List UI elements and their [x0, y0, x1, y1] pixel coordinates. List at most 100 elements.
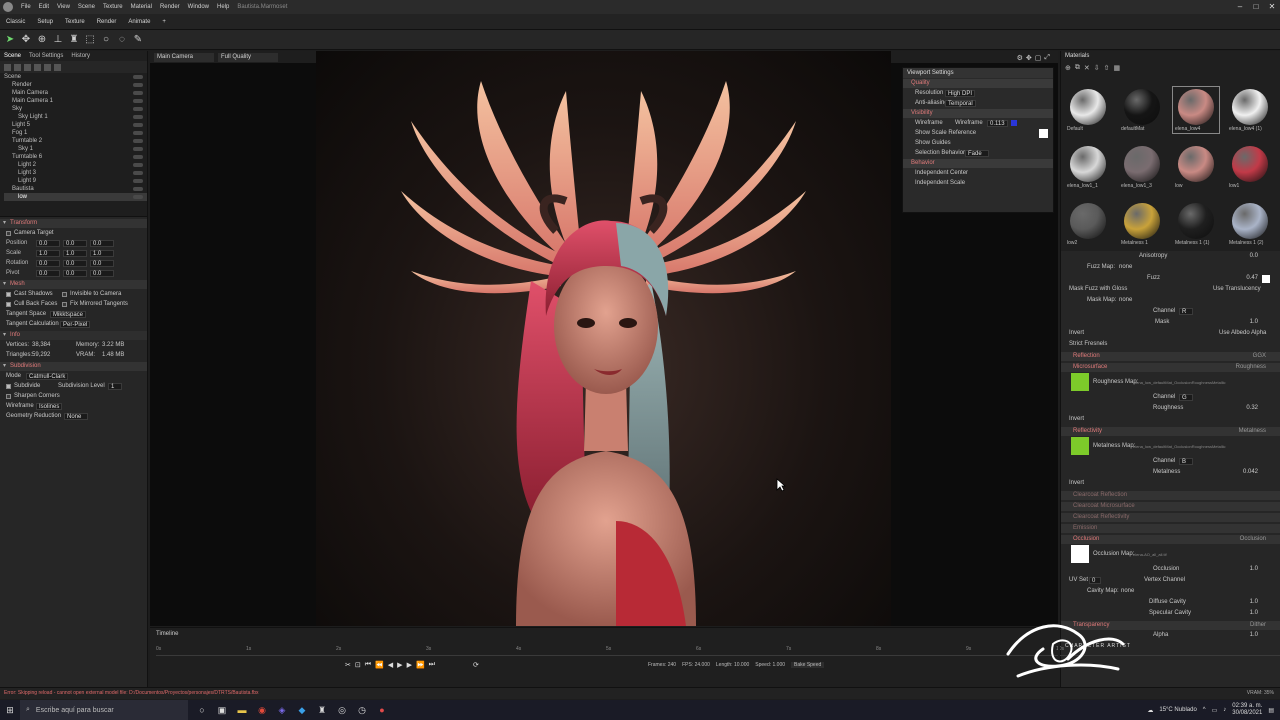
anisotropy-value[interactable]: 0.0 — [1250, 251, 1258, 262]
material-thumbnail[interactable]: low1 — [1227, 144, 1273, 190]
wireframe-color-swatch[interactable] — [1010, 120, 1017, 126]
last-frame-icon[interactable]: ⏭ — [429, 661, 435, 669]
app-icon[interactable]: ◆ — [292, 700, 312, 720]
chrome-icon[interactable]: ◉ — [252, 700, 272, 720]
transform-y-input[interactable]: 0.0 — [63, 259, 87, 267]
stamp-icon[interactable]: ♜ — [67, 33, 81, 47]
microsurface-section[interactable]: Microsurface Roughness — [1061, 363, 1280, 372]
clock-date[interactable]: 30/08/2021 — [1232, 710, 1262, 717]
menu-material[interactable]: Material — [127, 0, 156, 14]
first-frame-icon[interactable]: ⏮ — [365, 661, 371, 669]
material-thumbnail[interactable]: elena_low1_1 — [1065, 144, 1111, 190]
cull-back-checkbox[interactable] — [6, 301, 11, 307]
mask-value[interactable]: 1.0 — [1250, 317, 1258, 328]
scene-tree-item[interactable]: low — [4, 193, 147, 201]
transform-y-input[interactable]: 0.0 — [63, 269, 87, 277]
transform-z-input[interactable]: 1.0 — [90, 249, 114, 257]
fps-value[interactable]: 24.000 — [695, 662, 710, 668]
minimize-icon[interactable]: – — [1232, 0, 1248, 14]
menu-render[interactable]: Render — [156, 0, 184, 14]
maximize-icon[interactable]: □ — [1248, 0, 1264, 14]
visibility-icon[interactable] — [133, 147, 143, 151]
scene-tree-item[interactable]: Turntable 6 — [4, 153, 147, 161]
reflectivity-mode[interactable]: Metalness — [1239, 427, 1266, 436]
subdivision-section[interactable]: Subdivision — [0, 362, 147, 371]
subdivide-checkbox[interactable] — [6, 383, 11, 389]
bake-speed-button[interactable]: Bake Speed — [791, 662, 825, 668]
scene-tree-item[interactable]: Light 3 — [4, 169, 147, 177]
delete-icon[interactable]: ✕ — [1084, 64, 1090, 72]
visibility-icon[interactable] — [133, 75, 143, 79]
tab-history[interactable]: History — [67, 51, 94, 61]
material-thumbnail[interactable]: Default — [1065, 87, 1111, 133]
export-icon[interactable]: ⇧ — [1104, 64, 1110, 72]
visibility-icon[interactable] — [133, 83, 143, 87]
cortana-icon[interactable]: ○ — [192, 700, 212, 720]
subdiv-level-input[interactable]: 1 — [108, 382, 122, 390]
clearcoat-reflection-section[interactable]: Clearcoat Reflection — [1061, 491, 1280, 500]
range-icon[interactable]: ⊡ — [355, 661, 361, 669]
microsurface-mode[interactable]: Roughness — [1236, 363, 1266, 372]
transform-x-input[interactable]: 0.0 — [36, 269, 60, 277]
scene-tree-item[interactable]: Light 5 — [4, 121, 147, 129]
tab-classic[interactable]: Classic — [0, 14, 31, 30]
transform-y-input[interactable]: 1.0 — [63, 249, 87, 257]
sharpen-checkbox[interactable] — [6, 393, 11, 399]
next-frame-icon[interactable]: ▶ — [407, 661, 412, 669]
marmoset-taskbar-icon[interactable]: ● — [372, 700, 392, 720]
taskbar-search[interactable]: ⌕ Escribe aquí para buscar — [20, 700, 188, 720]
transform-x-input[interactable]: 0.0 — [36, 239, 60, 247]
reflectivity-section[interactable]: Reflectivity Metalness — [1061, 427, 1280, 436]
cast-shadows-checkbox[interactable] — [6, 291, 11, 297]
stamp-app-icon[interactable]: ♜ — [312, 700, 332, 720]
tangent-calc-dropdown[interactable]: Per-Pixel — [60, 320, 91, 328]
import-icon[interactable] — [54, 63, 61, 71]
transform-x-input[interactable]: 1.0 — [36, 249, 60, 257]
add-fog-icon[interactable] — [34, 63, 41, 71]
lasso-icon[interactable]: ◌ — [115, 33, 129, 47]
add-material-icon[interactable]: ⊕ — [1065, 64, 1071, 72]
tab-render[interactable]: Render — [91, 14, 123, 30]
visibility-icon[interactable] — [133, 115, 143, 119]
task-view-icon[interactable]: ▣ — [212, 700, 232, 720]
transform-y-input[interactable]: 0.0 — [63, 239, 87, 247]
quality-section[interactable]: Quality — [903, 79, 1053, 88]
tangent-space-dropdown[interactable]: Mikktspace — [50, 310, 87, 318]
reflection-mode[interactable]: GGX — [1253, 352, 1266, 361]
transform-z-input[interactable]: 0.0 — [90, 239, 114, 247]
visibility-icon[interactable] — [133, 91, 143, 95]
visibility-icon[interactable] — [133, 155, 143, 159]
scissor-icon[interactable]: ✂ — [345, 661, 351, 669]
loop-icon[interactable]: ⟳ — [473, 661, 479, 669]
scene-tree-item[interactable]: Turntable 2 — [4, 137, 147, 145]
visibility-icon[interactable] — [133, 171, 143, 175]
discord-icon[interactable]: ◈ — [272, 700, 292, 720]
tray-arrow-icon[interactable]: ^ — [1203, 707, 1206, 713]
quality-dropdown[interactable]: Full Quality — [218, 52, 278, 62]
visibility-icon[interactable] — [133, 179, 143, 183]
select-arrow-icon[interactable]: ➤ — [3, 33, 17, 47]
volume-icon[interactable]: ♪ — [1223, 707, 1226, 713]
menu-window[interactable]: Window — [184, 0, 213, 14]
aa-dropdown[interactable]: Temporal — [945, 99, 976, 107]
network-icon[interactable]: ▭ — [1212, 707, 1218, 714]
camera-target-checkbox[interactable] — [6, 230, 11, 236]
add-object-icon[interactable] — [24, 63, 31, 71]
diffuse-cavity-value[interactable]: 1.0 — [1250, 597, 1258, 608]
prev-key-icon[interactable]: ⏪ — [375, 661, 384, 669]
clock-app-icon[interactable]: ◷ — [352, 700, 372, 720]
visibility-icon[interactable] — [133, 195, 143, 199]
selection-behavior-dropdown[interactable]: Fade — [965, 149, 989, 157]
frame-icon[interactable]: ▢ — [1035, 54, 1042, 62]
clock-time[interactable]: 02:39 a. m. — [1232, 703, 1262, 710]
transform-x-input[interactable]: 0.0 — [36, 259, 60, 267]
emission-section[interactable]: Emission — [1061, 524, 1280, 533]
fuzz-color-swatch[interactable] — [1262, 275, 1270, 283]
occlusion-mode[interactable]: Occlusion — [1240, 535, 1266, 544]
clearcoat-reflectivity-section[interactable]: Clearcoat Reflectivity — [1061, 513, 1280, 522]
transform-z-input[interactable]: 0.0 — [90, 269, 114, 277]
occlusion-value[interactable]: 1.0 — [1250, 564, 1258, 575]
roughness-map-thumb[interactable] — [1071, 373, 1089, 391]
scene-tree-item[interactable]: Main Camera 1 — [4, 97, 147, 105]
transform-z-input[interactable]: 0.0 — [90, 259, 114, 267]
